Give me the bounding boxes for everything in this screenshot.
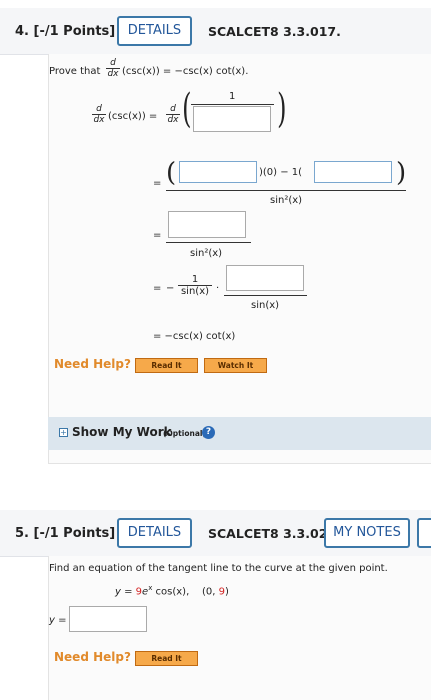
deriv-num: d [170,104,176,114]
q4-line1-rparen: ) [277,86,287,132]
q4-line4-sinx: sin(x) [251,300,280,311]
q4-line4-frac: 1 sin(x) [178,274,212,297]
q4-details-button[interactable]: DETAILS [117,16,192,46]
q4-line3-sin2: sin²(x) [190,248,223,259]
deriv-num: d [96,104,102,114]
q4-line3-input[interactable] [168,211,246,238]
q4-need-help: Need Help? [54,357,131,371]
help-icon[interactable]: ? [202,426,215,439]
q4-line1-deriv: d dx [92,104,106,125]
q4-line2-zero-part: )(0) − 1( [259,167,303,178]
q5-need-help: Need Help? [54,650,131,664]
frac-num: 1 [191,274,199,285]
eq-cos: cos(x), [152,586,190,598]
q4-line1-fracbar [191,104,274,105]
q4-line3-fracbar [166,242,251,243]
q4-line1-denominator-input[interactable] [193,106,271,132]
q4-line1-one: 1 [229,91,236,102]
q5-prompt: Find an equation of the tangent line to … [49,563,388,574]
q4-code: SCALCET8 3.3.017. [208,24,341,39]
q4-line1-lparen: ( [182,86,192,132]
q4-line2-rparen: ) [396,158,407,188]
q5-next-button-partial[interactable] [417,518,431,548]
q4-line2-input-b[interactable] [314,161,392,183]
q5-read-it-button[interactable]: Read It [135,651,198,666]
q4-show-work-label[interactable]: Show My Work [72,425,172,439]
q5-y-label: y = [49,615,67,626]
q4-final-line: = −csc(x) cot(x) [153,331,236,342]
q4-line4-input[interactable] [226,265,304,291]
q4-line2-input-a[interactable] [179,161,257,183]
deriv-den: dx [93,115,105,125]
q4-line4-eq: = [153,283,162,294]
expand-icon[interactable]: + [59,428,68,437]
q5-answer-input[interactable] [69,606,147,632]
q4-line3-eq: = [153,230,162,241]
q4-line4-minus: − [166,283,175,294]
frac-den: sin(x) [180,286,210,297]
q4-read-it-button[interactable]: Read It [135,358,198,373]
q4-line2-sin2: sin²(x) [270,195,303,206]
q5-code: SCALCET8 3.3.022. [208,526,341,541]
q4-line1-left: (csc(x)) = [108,111,158,122]
q4-stmt-deriv: d dx [106,58,120,79]
q4-line1-deriv2: d dx [166,104,180,125]
q4-line2-fracbar [166,190,406,191]
q4-stmt-rest: (csc(x)) = −csc(x) cot(x). [122,66,249,77]
deriv-den: dx [107,69,119,79]
deriv-num: d [110,58,116,68]
point-close: ) [225,586,229,598]
eq-y: y = [115,586,133,598]
q5-number: 5. [-/1 Points] [15,526,116,541]
q4-number: 4. [-/1 Points] [15,24,116,39]
q4-line4-dot: · [216,283,220,294]
q4-line2-eq: = [153,178,162,189]
q4-line4-fracbar [224,295,307,296]
deriv-den: dx [167,115,179,125]
q5-equation: y = 9ex cos(x), (0, 9) [115,584,229,597]
point-open: (0, [201,586,216,598]
q5-details-button[interactable]: DETAILS [117,518,192,548]
q4-watch-it-button[interactable]: Watch It [204,358,267,373]
q4-prove-label: Prove that [49,66,101,77]
q5-my-notes-button[interactable]: MY NOTES [324,518,410,548]
q4-line2-lparen: ( [166,158,177,188]
q4-show-work-optional: (Optional) [163,429,206,438]
